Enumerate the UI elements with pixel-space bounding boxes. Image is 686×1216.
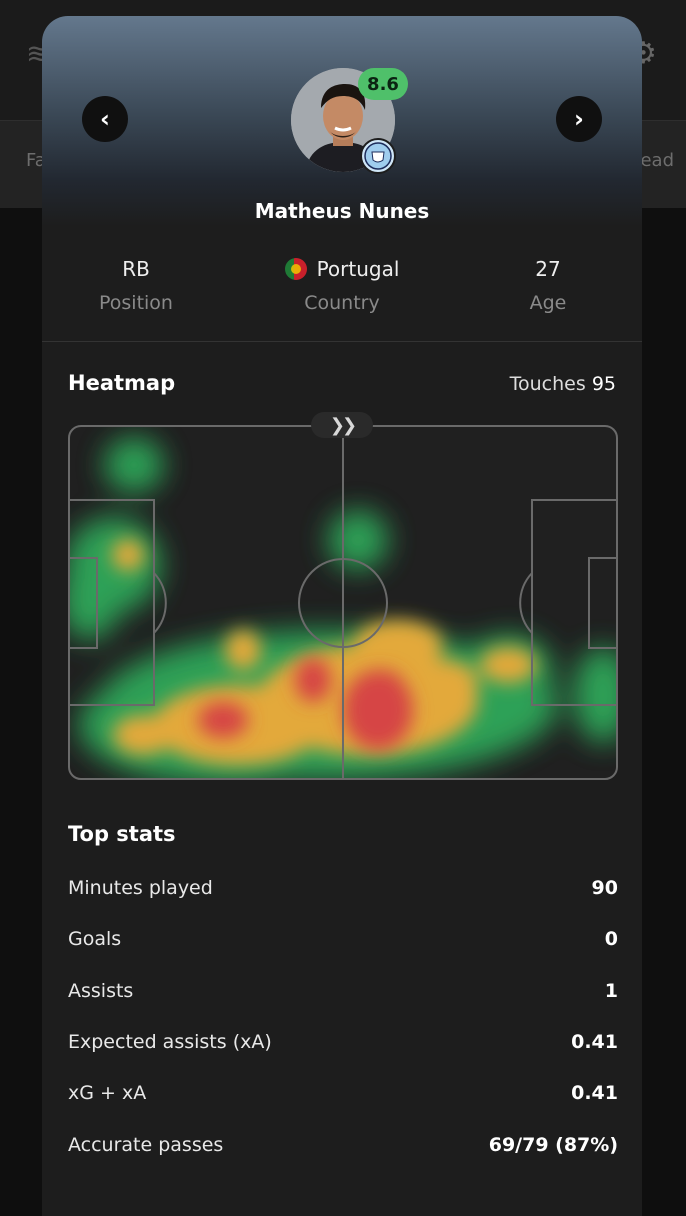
stat-value: 1 <box>604 980 618 1002</box>
info-position: RB Position <box>42 256 236 314</box>
stat-label: Accurate passes <box>68 1134 224 1156</box>
stat-row: xG + xA 0.41 <box>68 1078 618 1108</box>
stat-value: 69/79 (87%) <box>488 1134 618 1156</box>
player-rating-badge: 8.6 <box>358 68 408 100</box>
stat-row: Minutes played 90 <box>68 873 618 903</box>
country-value: Portugal <box>316 257 400 281</box>
stat-label: Minutes played <box>68 877 213 899</box>
stat-row: Accurate passes 69/79 (87%) <box>68 1130 618 1160</box>
stat-label: Expected assists (xA) <box>68 1031 272 1053</box>
chevron-right-icon: › <box>574 105 584 133</box>
attack-direction-indicator: ❯❯ <box>311 412 373 438</box>
age-value: 27 <box>535 257 561 281</box>
stat-row: Goals 0 <box>68 924 618 954</box>
age-label: Age <box>529 292 567 314</box>
heatmap-title: Heatmap <box>68 371 176 395</box>
heatmap <box>68 425 618 780</box>
next-player-button[interactable]: › <box>556 96 602 142</box>
top-stats-title: Top stats <box>68 822 176 846</box>
player-modal: ‹ › 8.6 Matheus Nunes RB Position Portug… <box>42 16 642 1216</box>
position-label: Position <box>99 292 173 314</box>
stat-value: 0.41 <box>571 1031 618 1053</box>
club-crest-icon <box>360 138 396 174</box>
player-name: Matheus Nunes <box>254 199 430 223</box>
stat-value: 90 <box>591 877 618 899</box>
position-value: RB <box>122 257 150 281</box>
stat-value: 0.41 <box>571 1082 618 1104</box>
info-age: 27 Age <box>448 256 642 314</box>
stat-row: Expected assists (xA) 0.41 <box>68 1027 618 1057</box>
touches-value: 95 <box>591 373 616 395</box>
chevron-left-icon: ‹ <box>100 105 110 133</box>
touches-label: Touches <box>509 373 586 395</box>
stat-value: 0 <box>604 928 618 950</box>
stat-row: Assists 1 <box>68 976 618 1006</box>
background-tab-right[interactable]: ead <box>640 150 674 171</box>
info-country: Portugal Country <box>242 256 442 314</box>
stat-label: Assists <box>68 980 134 1002</box>
country-label: Country <box>304 292 380 314</box>
chevron-right-icon: ❯❯ <box>329 414 357 436</box>
previous-player-button[interactable]: ‹ <box>82 96 128 142</box>
divider <box>42 341 642 342</box>
stat-label: Goals <box>68 928 122 950</box>
touches-count: Touches 95 <box>510 373 616 395</box>
portugal-flag-icon <box>284 258 307 280</box>
stat-label: xG + xA <box>68 1082 147 1104</box>
